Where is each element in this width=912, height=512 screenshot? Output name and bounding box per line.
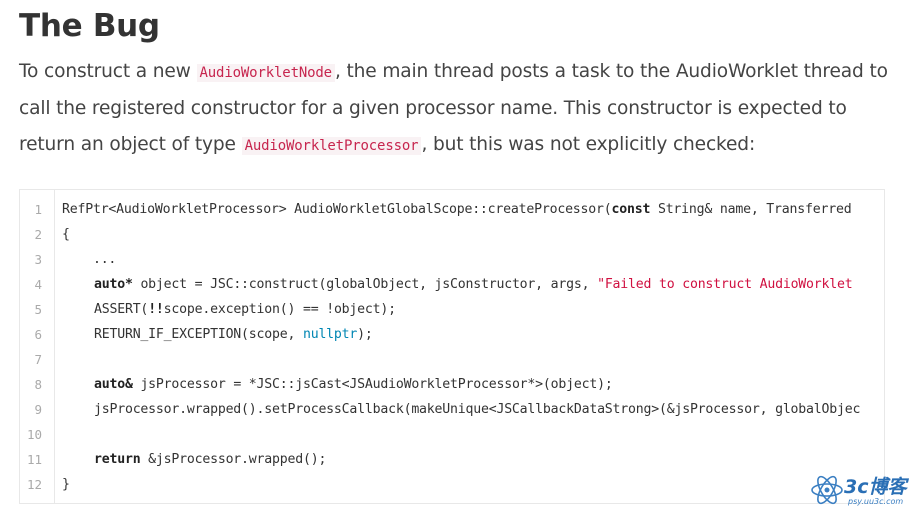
code-line: jsProcessor.wrapped().setProcessCallback…: [94, 402, 861, 417]
code-line: }: [62, 477, 70, 492]
code-line: RETURN_IF_EXCEPTION(scope, nullptr);: [94, 327, 373, 342]
watermark-subtext: psy.uu3c.com: [848, 497, 904, 506]
line-number: 3: [34, 252, 42, 267]
line-number: 9: [34, 402, 42, 417]
line-number: 11: [26, 452, 42, 467]
site-watermark: 3c博客 psy.uu3c.com: [810, 470, 910, 512]
code-line: auto* object = JSC::construct(globalObje…: [94, 277, 853, 292]
line-number: 7: [34, 352, 42, 367]
code-line: auto& jsProcessor = *JSC::jsCast<JSAudio…: [94, 377, 613, 392]
line-number: 2: [34, 227, 42, 242]
watermark-text: 3c博客: [844, 476, 907, 498]
code-line: ...: [62, 252, 117, 267]
line-number: 4: [34, 277, 42, 292]
intro-paragraph: To construct a new AudioWorkletNode, the…: [19, 54, 899, 164]
code-line: RefPtr<AudioWorkletProcessor> AudioWorkl…: [62, 202, 852, 217]
atom-logo-icon: [811, 475, 843, 505]
paragraph-text: , but this was not explicitly checked:: [421, 134, 756, 155]
line-number: 12: [26, 477, 42, 492]
paragraph-text: To construct a new: [19, 61, 197, 82]
code-line: ASSERT(!!scope.exception() == !object);: [94, 302, 396, 317]
line-number: 6: [34, 327, 42, 342]
line-number: 10: [26, 427, 42, 442]
code-line: return &jsProcessor.wrapped();: [94, 452, 327, 467]
line-number: 5: [34, 302, 42, 317]
line-number-gutter: 1 2 3 4 5 6 7 8 9 10 11 12: [20, 190, 55, 503]
line-number: 1: [34, 202, 42, 217]
page-title: The Bug: [19, 8, 160, 44]
inline-code: AudioWorkletProcessor: [241, 137, 422, 155]
code-line: {: [62, 227, 70, 242]
code-block: 1 2 3 4 5 6 7 8 9 10 11 12 RefPtr<AudioW…: [19, 189, 885, 504]
inline-code: AudioWorkletNode: [196, 64, 335, 82]
line-number: 8: [34, 377, 42, 392]
